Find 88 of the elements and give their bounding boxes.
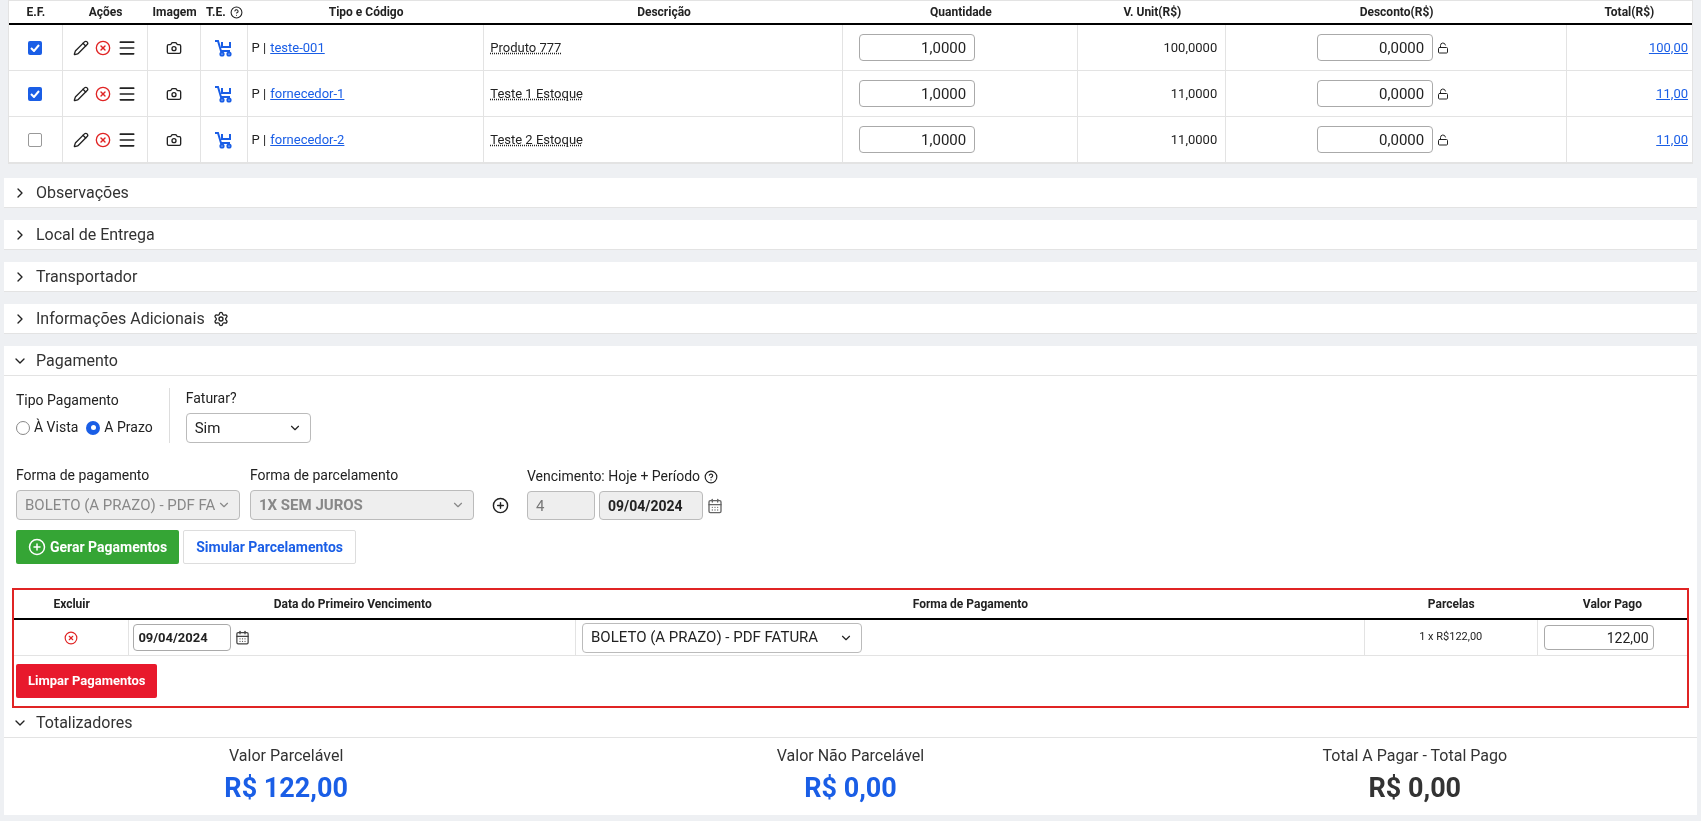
unit-price: 11,0000 [1170, 130, 1218, 149]
help-icon[interactable] [704, 469, 719, 484]
column-header: V. Unit(R$) [1123, 4, 1182, 21]
section-header[interactable]: Observações [4, 178, 1697, 208]
column-header: Tipo e Código [328, 4, 404, 21]
total-value: R$ 0,00 [804, 771, 897, 806]
quantity-field[interactable]: 1,0000 [859, 126, 976, 153]
total-label: Valor Não Parcelável [776, 745, 925, 767]
unit-price: 11,0000 [1170, 84, 1218, 103]
camera-icon[interactable] [166, 85, 183, 102]
invoice-select[interactable]: Sim [185, 413, 311, 443]
column-header: Descrição [637, 4, 691, 21]
checkbox[interactable] [28, 86, 43, 101]
column-header: Ações [88, 4, 123, 21]
column-header: Data do Primeiro Vencimento [273, 596, 432, 613]
column-header: Total(R$) [1604, 4, 1655, 21]
radio-label: À Vista [34, 417, 79, 437]
camera-icon[interactable] [166, 131, 183, 148]
unlock-icon[interactable] [1437, 87, 1450, 100]
field-label: Vencimento: Hoje + Período [527, 467, 701, 486]
quantity-field[interactable]: 1,0000 [859, 80, 976, 107]
total-link[interactable]: 100,00 [1648, 37, 1688, 58]
edit-icon[interactable] [72, 39, 89, 56]
field-label: Forma de parcelamento [250, 466, 400, 485]
checkbox[interactable] [28, 132, 43, 147]
column-header: Excluir [53, 596, 90, 613]
add-icon[interactable] [492, 497, 509, 514]
radio-button[interactable] [16, 420, 30, 435]
column-header: Quantidade [930, 4, 992, 21]
installments-text: 1 x R$122,00 [1419, 629, 1483, 646]
calendar-icon[interactable] [235, 630, 251, 645]
total-value: R$ 122,00 [224, 771, 348, 806]
discount-field[interactable]: 0,0000 [1317, 126, 1434, 153]
edit-icon[interactable] [72, 85, 89, 102]
product-code-link[interactable]: teste-001 [270, 37, 325, 58]
total-value: R$ 0,00 [1368, 771, 1462, 806]
discount-field[interactable]: 0,0000 [1317, 80, 1434, 107]
delete-icon[interactable] [94, 131, 111, 148]
column-header: Valor Pago [1582, 596, 1642, 613]
cart-icon[interactable] [213, 130, 234, 149]
delete-icon[interactable] [94, 85, 111, 102]
field-label: Tipo Pagamento [16, 391, 120, 410]
cart-icon[interactable] [213, 84, 234, 103]
product-description: Teste 1 Estoque [490, 84, 583, 103]
product-code-link[interactable]: fornecedor-1 [270, 83, 345, 104]
total-label: Valor Parcelável [229, 745, 344, 767]
unlock-icon[interactable] [1437, 41, 1450, 54]
column-header: Parcelas [1427, 596, 1475, 613]
cart-icon[interactable] [213, 38, 234, 57]
section-header[interactable]: Transportador [4, 262, 1697, 292]
column-header: Forma de Pagamento [912, 596, 1028, 613]
product-type: P | [251, 130, 267, 149]
total-link[interactable]: 11,00 [1656, 83, 1688, 104]
calendar-icon[interactable] [707, 497, 723, 514]
delete-icon[interactable] [94, 39, 111, 56]
help-icon[interactable] [229, 5, 243, 19]
total-link[interactable]: 11,00 [1656, 129, 1688, 150]
amount-paid-field[interactable]: 122,00 [1543, 625, 1654, 650]
column-header: Imagem [152, 4, 197, 21]
discount-field[interactable]: 0,0000 [1317, 34, 1434, 61]
quantity-field[interactable]: 1,0000 [859, 34, 976, 61]
date-field[interactable]: 09/04/2024 [133, 624, 232, 651]
column-header: T.E. [206, 4, 226, 21]
simulate-installments-button[interactable]: Simular Parcelamentos [183, 530, 356, 564]
edit-icon[interactable] [72, 131, 89, 148]
camera-icon[interactable] [166, 39, 183, 56]
column-header: E.F. [26, 4, 46, 21]
product-description: Produto 777 [490, 38, 562, 57]
product-type: P | [251, 84, 267, 103]
checkbox[interactable] [28, 40, 43, 55]
product-code-link[interactable]: fornecedor-2 [270, 129, 345, 150]
section-header[interactable]: Informações Adicionais [4, 304, 1697, 334]
plus-icon [28, 538, 46, 556]
field-label: Forma de pagamento [16, 466, 151, 485]
payment-method-select[interactable]: BOLETO (A PRAZO) - PDF FATURA [581, 622, 862, 653]
clear-payments-button[interactable]: Limpar Pagamentos [16, 664, 158, 698]
radio-button[interactable] [86, 420, 101, 435]
total-label: Total A Pagar - Total Pago [1322, 745, 1508, 767]
column-header: Desconto(R$) [1359, 4, 1434, 21]
field-label: Faturar? [185, 389, 238, 408]
unlock-icon[interactable] [1437, 133, 1450, 146]
product-type: P | [251, 38, 267, 57]
radio-label: A Prazo [104, 418, 153, 437]
unit-price: 100,0000 [1163, 38, 1218, 57]
product-description: Teste 2 Estoque [490, 130, 583, 149]
section-header[interactable]: Local de Entrega [4, 220, 1697, 250]
settings-icon[interactable] [212, 310, 229, 327]
delete-icon[interactable] [64, 630, 79, 645]
